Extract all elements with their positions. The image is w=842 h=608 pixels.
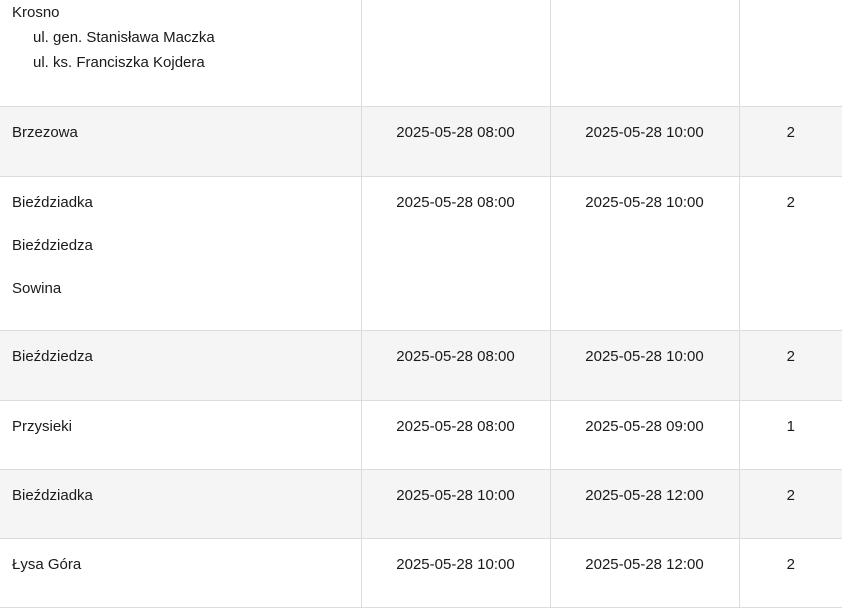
count-cell: 2 [739, 106, 842, 177]
location-name: Brzezowa [12, 123, 78, 141]
start-time-cell: 2025-05-28 08:00 [361, 330, 551, 401]
start-time-cell [361, 0, 551, 107]
location-cell: Brzezowa [0, 106, 362, 177]
location-name: Krosno [12, 4, 60, 21]
end-time-cell: 2025-05-28 12:00 [550, 469, 740, 539]
start-time-cell: 2025-05-28 08:00 [361, 400, 551, 470]
table-row: Przysieki 2025-05-28 08:00 2025-05-28 09… [0, 400, 842, 470]
end-time-cell: 2025-05-28 10:00 [550, 106, 740, 177]
table-row: Krosno ul. gen. Stanisława Maczka ul. ks… [0, 0, 842, 107]
count-cell: 2 [739, 538, 842, 608]
table-row: Łysa Góra 2025-05-28 10:00 2025-05-28 12… [0, 538, 842, 608]
count-cell: 2 [739, 176, 842, 331]
location-name: Łysa Góra [12, 555, 82, 573]
location-cell: Bieździadka Bieździedza Sowina [0, 176, 362, 331]
location-name: Bieździadka [12, 193, 93, 211]
count-cell: 2 [739, 469, 842, 539]
start-time-cell: 2025-05-28 08:00 [361, 106, 551, 177]
location-cell: Bieździadka [0, 469, 362, 539]
end-time-cell: 2025-05-28 10:00 [550, 330, 740, 401]
outage-schedule-table: Krosno ul. gen. Stanisława Maczka ul. ks… [0, 0, 842, 608]
count-cell: 1 [739, 400, 842, 470]
table-row: Bieździadka Bieździedza Sowina 2025-05-2… [0, 176, 842, 331]
table-row: Bieździedza 2025-05-28 08:00 2025-05-28 … [0, 330, 842, 401]
end-time-cell: 2025-05-28 09:00 [550, 400, 740, 470]
count-cell [739, 0, 842, 107]
street-name: ul. ks. Franciszka Kojdera [33, 54, 205, 71]
count-cell: 2 [739, 330, 842, 401]
location-cell: Przysieki [0, 400, 362, 470]
end-time-cell: 2025-05-28 12:00 [550, 538, 740, 608]
location-name: Bieździedza [12, 236, 93, 254]
location-cell: Łysa Góra [0, 538, 362, 608]
end-time-cell: 2025-05-28 10:00 [550, 176, 740, 331]
start-time-cell: 2025-05-28 10:00 [361, 538, 551, 608]
location-cell: Krosno ul. gen. Stanisława Maczka ul. ks… [0, 0, 362, 107]
street-name: ul. gen. Stanisława Maczka [33, 29, 215, 46]
end-time-cell [550, 0, 740, 107]
table-row: Brzezowa 2025-05-28 08:00 2025-05-28 10:… [0, 106, 842, 177]
start-time-cell: 2025-05-28 08:00 [361, 176, 551, 331]
location-cell: Bieździedza [0, 330, 362, 401]
table-row: Bieździadka 2025-05-28 10:00 2025-05-28 … [0, 469, 842, 539]
location-name: Przysieki [12, 417, 73, 435]
location-name: Bieździadka [12, 486, 93, 504]
location-name: Sowina [12, 279, 62, 297]
start-time-cell: 2025-05-28 10:00 [361, 469, 551, 539]
location-name: Bieździedza [12, 347, 93, 365]
